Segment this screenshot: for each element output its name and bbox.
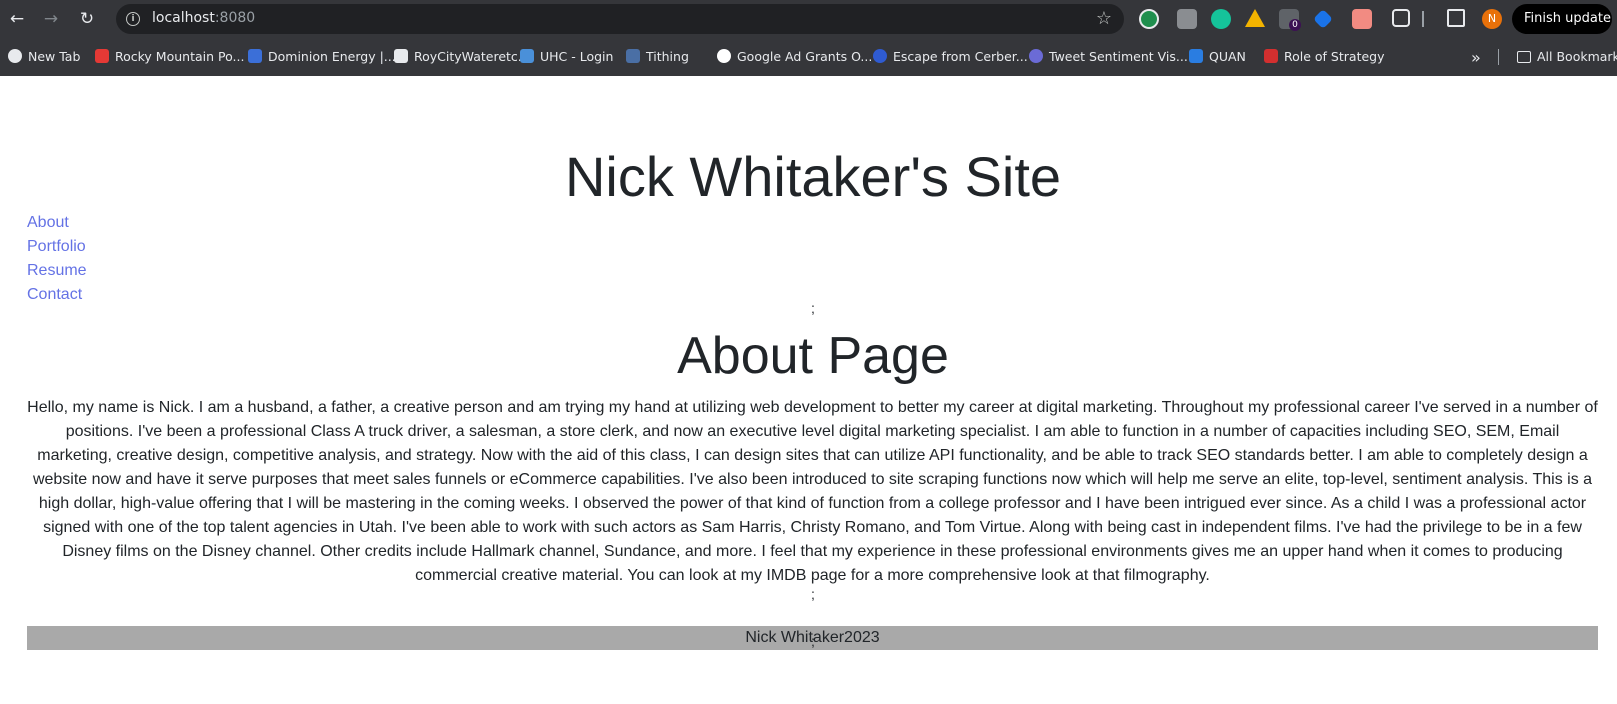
about-heading: About Page — [677, 327, 949, 385]
extension-badge: 0 — [1289, 19, 1301, 31]
page-icon — [394, 49, 408, 63]
bookmark-item[interactable]: QUAN — [1189, 48, 1246, 66]
bookmark-item[interactable]: Dominion Energy |... — [248, 48, 396, 66]
extension-video-icon[interactable] — [1352, 9, 1372, 29]
extension-lock-icon[interactable]: 0 — [1279, 9, 1301, 31]
bookmark-label: Dominion Energy |... — [268, 49, 396, 64]
bookmark-item[interactable]: Role of Strategy — [1264, 48, 1385, 66]
toolbar-divider — [1422, 11, 1424, 27]
quan-icon — [1189, 49, 1203, 63]
bookmarks-divider — [1498, 49, 1499, 65]
bookmark-label: Tweet Sentiment Vis... — [1049, 49, 1188, 64]
bookmark-label: Rocky Mountain Po... — [115, 49, 245, 64]
separator-text: ; — [811, 586, 815, 602]
tweet-icon — [1029, 49, 1043, 63]
extensions-puzzle-icon[interactable] — [1392, 9, 1410, 27]
browser-toolbar: ← → ↻ i localhost:8080 ☆ 0 N Finish upda… — [0, 0, 1617, 38]
nav-link-resume[interactable]: Resume — [27, 259, 87, 283]
site-title: Nick Whitaker's Site — [564, 145, 1062, 208]
all-bookmarks-folder[interactable]: All Bookmarks — [1517, 48, 1617, 66]
more-bookmarks-chevron-icon[interactable]: » — [1471, 48, 1481, 67]
bookmark-label: UHC - Login — [540, 49, 614, 64]
forward-arrow-icon[interactable]: → — [40, 8, 62, 30]
url-port: :8080 — [214, 10, 256, 26]
bookmark-label: New Tab — [28, 49, 81, 64]
browser-chrome: ← → ↻ i localhost:8080 ☆ 0 N Finish upda… — [0, 0, 1617, 76]
bookmark-label: RoyCityWateretc. — [414, 49, 522, 64]
bookmark-item[interactable]: Tithing — [626, 48, 689, 66]
extension-tag-icon[interactable] — [1313, 9, 1333, 29]
extension-reader-icon[interactable] — [1177, 9, 1197, 29]
bookmark-item[interactable]: Google Ad Grants O... — [717, 48, 872, 66]
site-info-icon[interactable]: i — [126, 12, 140, 26]
church-icon — [626, 49, 640, 63]
cerber-icon — [873, 49, 887, 63]
strategy-icon — [1264, 49, 1278, 63]
bookmark-label: Escape from Cerber... — [893, 49, 1028, 64]
bookmark-label: Google Ad Grants O... — [737, 49, 873, 64]
folder-icon — [1517, 51, 1531, 63]
extension-globe-icon[interactable] — [1139, 9, 1159, 29]
bookmarks-bar: New Tab Rocky Mountain Po... Dominion Ener… — [0, 38, 1617, 76]
page-content: Nick Whitaker's Site About Portfolio Res… — [0, 76, 1617, 704]
profile-avatar[interactable]: N — [1482, 9, 1502, 29]
about-paragraph: Hello, my name is Nick. I am a husband, … — [27, 399, 1598, 584]
uhc-icon — [520, 49, 534, 63]
bookmark-star-icon[interactable]: ☆ — [1096, 8, 1112, 29]
grammarly-icon[interactable] — [1211, 9, 1231, 29]
separator-text: ; — [811, 633, 815, 649]
bookmark-label: Role of Strategy — [1284, 49, 1385, 64]
google-icon — [717, 49, 731, 63]
nav-link-about[interactable]: About — [27, 211, 87, 235]
reload-icon[interactable]: ↻ — [76, 8, 98, 30]
bookmark-item[interactable]: UHC - Login — [520, 48, 613, 66]
url-host: localhost — [152, 10, 215, 26]
all-bookmarks-label: All Bookmarks — [1537, 49, 1617, 64]
rmp-icon — [95, 49, 109, 63]
bookmark-item[interactable]: Escape from Cerber... — [873, 48, 1028, 66]
back-arrow-icon[interactable]: ← — [6, 8, 28, 30]
address-bar[interactable]: i localhost:8080 ☆ — [116, 4, 1124, 34]
bookmark-item[interactable]: RoyCityWateretc. — [394, 48, 522, 66]
separator-text: ; — [811, 300, 815, 316]
bookmark-item[interactable]: Tweet Sentiment Vis... — [1029, 48, 1188, 66]
bookmark-label: QUAN — [1209, 49, 1246, 64]
bookmark-item[interactable]: New Tab — [8, 48, 80, 66]
nav-link-portfolio[interactable]: Portfolio — [27, 235, 87, 259]
globe-icon — [8, 49, 22, 63]
bookmark-item[interactable]: Rocky Mountain Po... — [95, 48, 244, 66]
side-panel-icon[interactable] — [1447, 9, 1465, 27]
finish-update-button[interactable]: Finish update — [1512, 4, 1612, 34]
side-nav: About Portfolio Resume Contact — [27, 211, 87, 307]
google-drive-icon[interactable] — [1245, 9, 1265, 27]
url-text[interactable]: localhost:8080 — [152, 10, 255, 26]
dominion-icon — [248, 49, 262, 63]
bookmark-label: Tithing — [646, 49, 689, 64]
